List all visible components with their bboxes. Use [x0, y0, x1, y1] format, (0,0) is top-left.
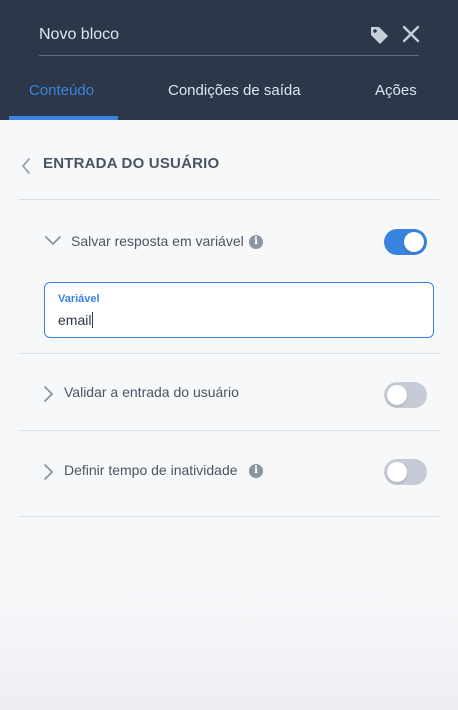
text-caret — [92, 312, 94, 328]
divider — [19, 199, 439, 200]
tag-icon[interactable] — [368, 24, 390, 46]
toggle-save-variable[interactable] — [384, 229, 427, 255]
option-label-inactivity-time: Definir tempo de inatividade — [64, 462, 238, 478]
title-underline — [39, 55, 419, 56]
divider — [19, 430, 439, 431]
divider — [19, 516, 439, 517]
variable-input[interactable]: email — [58, 312, 94, 328]
content-panel — [0, 120, 458, 710]
block-header: Novo bloco Conteúdo Condições de saída A… — [0, 0, 458, 120]
info-icon[interactable]: i — [249, 235, 263, 249]
info-icon[interactable]: i — [249, 464, 263, 478]
toggle-validate-input[interactable] — [384, 382, 427, 408]
divider — [19, 353, 439, 354]
variable-field[interactable]: Variável email — [44, 282, 434, 338]
toggle-knob — [404, 232, 424, 252]
tab-acoes[interactable]: Ações — [375, 82, 417, 99]
option-label-validate-input: Validar a entrada do usuário — [64, 384, 239, 400]
chevron-down-icon[interactable] — [45, 236, 61, 246]
variable-input-value: email — [58, 312, 92, 328]
block-title[interactable]: Novo bloco — [39, 26, 119, 44]
back-chevron-icon[interactable] — [20, 157, 32, 175]
toggle-inactivity-time[interactable] — [384, 459, 427, 485]
tab-conteudo[interactable]: Conteúdo — [29, 82, 94, 99]
close-icon[interactable] — [401, 24, 421, 44]
toggle-knob — [387, 385, 407, 405]
section-title: ENTRADA DO USUÁRIO — [43, 155, 220, 172]
option-label-save-variable: Salvar resposta em variável — [71, 233, 244, 249]
tab-condicoes-de-saida[interactable]: Condições de saída — [168, 82, 301, 99]
chevron-right-icon[interactable] — [44, 386, 54, 402]
chevron-right-icon[interactable] — [44, 464, 54, 480]
variable-field-label: Variável — [58, 293, 100, 305]
toggle-knob — [387, 462, 407, 482]
